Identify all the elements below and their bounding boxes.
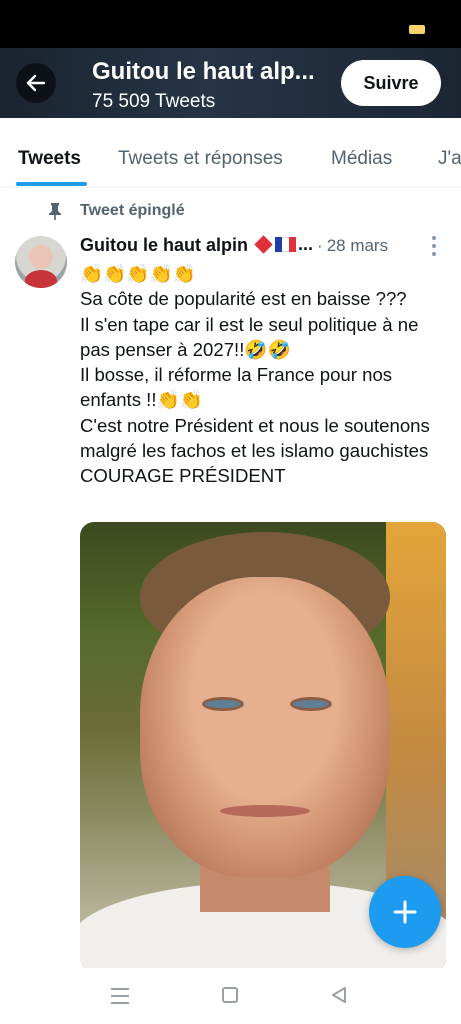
system-nav-bar <box>0 968 461 1024</box>
triangle-back-icon[interactable] <box>330 986 348 1004</box>
pinned-indicator: Tweet épinglé <box>48 200 185 222</box>
profile-tabs: Tweets Tweets et réponses Médias J'a <box>0 118 461 188</box>
avatar[interactable] <box>15 236 67 288</box>
author-ellipsis: ... <box>298 234 314 254</box>
tweet-text: 👏👏👏👏👏 Sa côte de popularité est en baiss… <box>80 263 430 487</box>
status-bar <box>0 0 461 48</box>
date-separator: · <box>317 236 323 255</box>
tab-tweets[interactable]: Tweets <box>18 148 81 170</box>
france-flag-icon <box>275 237 296 252</box>
pin-icon <box>49 203 61 220</box>
plus-icon <box>393 900 417 924</box>
tweet-count: 75 509 Tweets <box>92 91 216 112</box>
battery-icon <box>409 25 425 34</box>
profile-name: Guitou le haut alp... <box>92 58 315 85</box>
author-emoji-flags: ... <box>254 234 313 255</box>
tweet-author[interactable]: Guitou le haut alpin <box>80 235 248 256</box>
pinned-label: Tweet épinglé <box>80 202 185 219</box>
active-tab-indicator <box>16 182 87 186</box>
tweet-header: Guitou le haut alpin ... · 28 mars <box>80 234 420 260</box>
tab-likes[interactable]: J'a <box>438 148 461 170</box>
home-square-icon[interactable] <box>222 987 238 1003</box>
red-diamond-icon <box>254 235 273 254</box>
tab-media[interactable]: Médias <box>331 148 392 170</box>
profile-header: Guitou le haut alp... 75 509 Tweets Suiv… <box>0 48 461 118</box>
follow-button[interactable]: Suivre <box>341 60 441 106</box>
more-vertical-icon[interactable] <box>432 236 438 256</box>
tweet-date[interactable]: 28 mars <box>327 236 388 256</box>
menu-icon[interactable] <box>111 988 129 1004</box>
tab-tweets-and-replies[interactable]: Tweets et réponses <box>118 148 283 170</box>
arrow-left-icon <box>26 74 46 92</box>
compose-tweet-button[interactable] <box>369 876 441 948</box>
back-button[interactable] <box>16 63 56 103</box>
